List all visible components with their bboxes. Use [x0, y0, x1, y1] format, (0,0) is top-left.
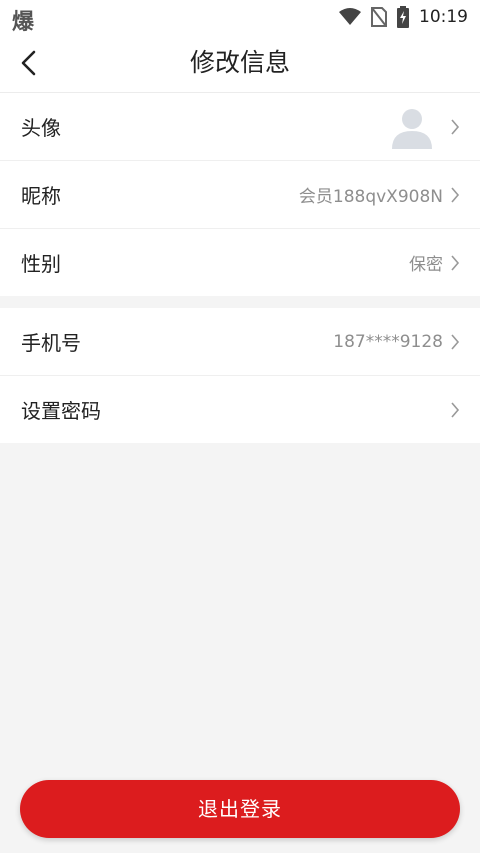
gender-row[interactable]: 性别 保密 [0, 229, 480, 296]
back-button[interactable] [8, 43, 48, 83]
default-avatar-icon [392, 108, 432, 149]
nickname-value: 会员188qvX908N [298, 187, 443, 207]
chevron-right-icon [451, 254, 460, 271]
no-sim-icon [371, 7, 387, 27]
chevron-right-icon [451, 333, 460, 350]
profile-section: 头像 昵称 会员188qvX908N 性别 保密 [0, 93, 480, 296]
nickname-label: 昵称 [21, 184, 61, 208]
avatar-row[interactable]: 头像 [0, 93, 480, 161]
chevron-right-icon [451, 186, 460, 203]
header-bar: 修改信息 [0, 34, 480, 93]
avatar-label: 头像 [21, 116, 61, 140]
battery-charging-icon [397, 6, 409, 28]
chevron-left-icon [21, 50, 36, 76]
app-notification-icon: 爆 [12, 10, 35, 35]
status-bar: 爆 10:19 [0, 0, 480, 35]
gender-label: 性别 [21, 252, 61, 276]
page-title: 修改信息 [189, 48, 290, 77]
phone-value: 187****9128 [333, 331, 443, 352]
phone-label: 手机号 [21, 331, 81, 355]
nickname-row[interactable]: 昵称 会员188qvX908N [0, 161, 480, 229]
chevron-right-icon [451, 118, 460, 135]
account-section: 手机号 187****9128 设置密码 [0, 308, 480, 443]
wifi-icon [339, 8, 361, 25]
gender-value: 保密 [409, 255, 443, 275]
status-time: 10:19 [419, 7, 468, 27]
set-password-label: 设置密码 [21, 399, 101, 423]
status-icons: 10:19 [339, 4, 468, 30]
set-password-row[interactable]: 设置密码 [0, 376, 480, 443]
logout-button[interactable]: 退出登录 [20, 780, 460, 838]
phone-row[interactable]: 手机号 187****9128 [0, 308, 480, 376]
chevron-right-icon [451, 401, 460, 418]
